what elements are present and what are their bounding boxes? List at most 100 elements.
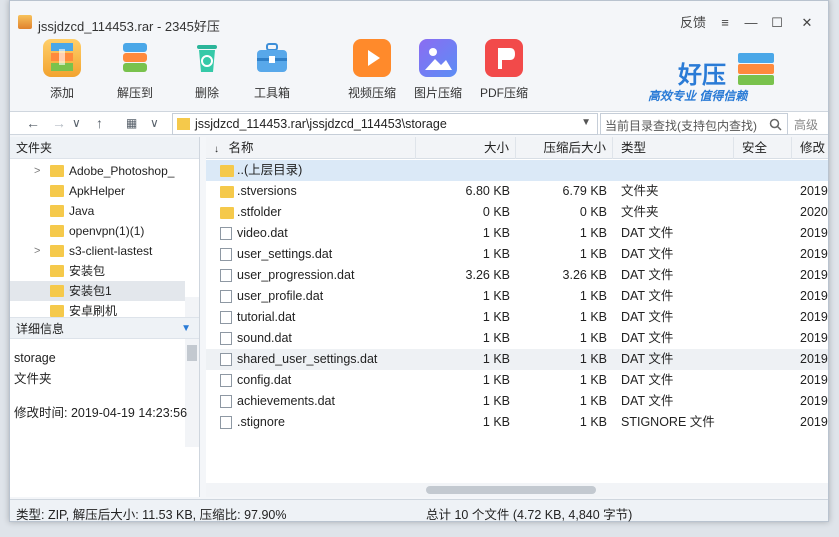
image-compress-icon xyxy=(419,39,457,77)
file-packed-size: 3.26 KB xyxy=(562,268,607,282)
table-row[interactable]: video.dat 1 KB 1 KB DAT 文件 2019- xyxy=(206,223,828,244)
table-row[interactable]: .stversions 6.80 KB 6.79 KB 文件夹 2019- xyxy=(206,181,828,202)
sidebar-header: 文件夹 xyxy=(10,137,199,159)
delete-icon xyxy=(188,39,226,77)
collapse-icon[interactable]: ▼ xyxy=(181,318,191,340)
sidebar-item[interactable]: > Adobe_Photoshop_ xyxy=(10,161,185,181)
file-size: 0 KB xyxy=(482,205,510,219)
file-type: DAT 文件 xyxy=(621,226,674,240)
column-header: ↓ 名称 大小 压缩后大小 类型 安全 修改时 xyxy=(206,137,828,177)
table-row[interactable]: .stignore 1 KB 1 KB STIGNORE 文件 2019- xyxy=(206,412,828,433)
sidebar-item[interactable]: > s3-client-lastest xyxy=(10,241,185,261)
folder-icon xyxy=(50,285,64,297)
file-modified: 2019- xyxy=(800,289,828,303)
maximize-icon[interactable]: ☐ xyxy=(766,13,788,33)
table-row[interactable]: sound.dat 1 KB 1 KB DAT 文件 2019- xyxy=(206,328,828,349)
folder-icon xyxy=(50,245,64,257)
col-packed[interactable]: 压缩后大小 xyxy=(516,137,613,159)
pdf-compress-label: PDF压缩 xyxy=(479,86,528,100)
window-title: jssjdzcd_114453.rar - 2345好压 xyxy=(38,19,220,34)
file-name: .stignore xyxy=(237,415,285,429)
toolbox-icon xyxy=(253,39,291,77)
path-dropdown-icon[interactable]: ▼ xyxy=(581,117,591,128)
table-row[interactable]: shared_user_settings.dat 1 KB 1 KB DAT 文件 20… xyxy=(206,349,828,370)
file-icon xyxy=(220,290,232,303)
details-header[interactable]: 详细信息 ▼ xyxy=(10,317,199,339)
sidebar-item-label: ApkHelper xyxy=(69,184,126,198)
extract-button[interactable]: 解压到 xyxy=(105,37,165,101)
horizontal-scroll-thumb[interactable] xyxy=(426,486,596,494)
status-right: 总计 10 个文件 (4.72 KB, 4,840 字节) xyxy=(426,508,633,522)
file-modified: 2019- xyxy=(800,352,828,366)
file-name: config.dat xyxy=(237,373,292,387)
col-type[interactable]: 类型 xyxy=(613,137,734,159)
horizontal-scrollbar[interactable] xyxy=(206,483,828,497)
sidebar-item[interactable]: 安装包 xyxy=(10,261,185,281)
sidebar-item-label: s3-client-lastest xyxy=(69,244,153,258)
app-logo-icon xyxy=(18,15,32,29)
file-size: 1 KB xyxy=(482,247,510,261)
pdf-compress-icon xyxy=(485,39,523,77)
col-security[interactable]: 安全 xyxy=(734,137,792,159)
table-row[interactable]: user_progression.dat 3.26 KB 3.26 KB DAT 文件… xyxy=(206,265,828,286)
toolbox-label: 工具箱 xyxy=(253,86,290,100)
col-size[interactable]: 大小 xyxy=(416,137,516,159)
minimize-icon[interactable]: — xyxy=(740,13,762,33)
file-packed-size: 1 KB xyxy=(579,394,607,408)
advanced-search-button[interactable]: 高级 xyxy=(794,116,818,133)
sidebar-item[interactable]: ApkHelper xyxy=(10,181,185,201)
file-modified: 2020- xyxy=(800,205,828,219)
view-mode-button[interactable]: ▦ xyxy=(126,116,137,130)
sidebar-item[interactable]: Java xyxy=(10,201,185,221)
delete-button[interactable]: 删除 xyxy=(177,37,237,101)
sidebar-item-label: 安装包 xyxy=(69,264,106,278)
detail-modified: 修改时间: 2019-04-19 14:23:56 xyxy=(14,406,188,420)
search-placeholder: 当前目录查找(支持包内查找) xyxy=(605,119,757,133)
up-button[interactable]: ↑ xyxy=(96,115,103,131)
file-packed-size: 1 KB xyxy=(579,226,607,240)
file-name: .stfolder xyxy=(237,205,282,219)
pdf-compress-button[interactable]: PDF压缩 xyxy=(474,37,534,101)
table-row[interactable]: user_profile.dat 1 KB 1 KB DAT 文件 2019- xyxy=(206,286,828,307)
sidebar-item[interactable]: 安装包1 xyxy=(10,281,185,301)
extract-label: 解压到 xyxy=(116,86,153,100)
forward-button[interactable]: → xyxy=(52,115,66,131)
file-type: DAT 文件 xyxy=(621,352,674,366)
file-icon xyxy=(220,248,232,261)
toolbox-button[interactable]: 工具箱 xyxy=(242,37,302,101)
expand-icon[interactable]: > xyxy=(34,241,40,261)
expand-icon[interactable]: > xyxy=(34,161,40,181)
table-row[interactable]: ..(上层目录) xyxy=(206,160,828,181)
file-icon xyxy=(220,311,232,324)
back-button[interactable]: ← xyxy=(26,115,40,131)
folder-icon xyxy=(50,185,64,197)
table-row[interactable]: config.dat 1 KB 1 KB DAT 文件 2019- xyxy=(206,370,828,391)
sidebar-item-label: Java xyxy=(69,204,95,218)
search-input[interactable]: 当前目录查找(支持包内查找) xyxy=(600,113,788,135)
image-compress-button[interactable]: 图片压缩 xyxy=(408,37,468,101)
table-row[interactable]: achievements.dat 1 KB 1 KB DAT 文件 2019- xyxy=(206,391,828,412)
file-name: shared_user_settings.dat xyxy=(237,352,378,366)
add-button[interactable]: 添加 xyxy=(32,37,92,101)
file-icon xyxy=(220,416,232,429)
sidebar-item[interactable]: openvpn(1)(1) xyxy=(10,221,185,241)
status-bar: 类型: ZIP, 解压后大小: 11.53 KB, 压缩比: 97.90% 总计… xyxy=(10,499,828,522)
table-row[interactable]: tutorial.dat 1 KB 1 KB DAT 文件 2019- xyxy=(206,307,828,328)
search-icon[interactable] xyxy=(769,118,782,131)
file-packed-size: 1 KB xyxy=(579,373,607,387)
file-name: ..(上层目录) xyxy=(237,163,303,177)
table-row[interactable]: .stfolder 0 KB 0 KB 文件夹 2020- xyxy=(206,202,828,223)
scroll-thumb[interactable] xyxy=(187,345,197,361)
col-modified[interactable]: 修改时 xyxy=(792,137,828,177)
history-dropdown[interactable]: ∨ xyxy=(72,116,81,130)
file-size: 1 KB xyxy=(482,331,510,345)
view-dropdown[interactable]: ∨ xyxy=(150,116,159,130)
video-compress-button[interactable]: 视频压缩 xyxy=(342,37,402,101)
menu-icon[interactable]: ≡ xyxy=(714,13,736,33)
path-field[interactable]: jssjdzcd_114453.rar\jssjdzcd_114453\stor… xyxy=(172,113,598,135)
file-packed-size: 6.79 KB xyxy=(562,184,607,198)
feedback-button[interactable]: 反馈 xyxy=(678,13,708,33)
close-icon[interactable]: ✕ xyxy=(796,13,818,33)
table-row[interactable]: user_settings.dat 1 KB 1 KB DAT 文件 2019- xyxy=(206,244,828,265)
col-name[interactable]: ↓ 名称 xyxy=(206,137,416,159)
